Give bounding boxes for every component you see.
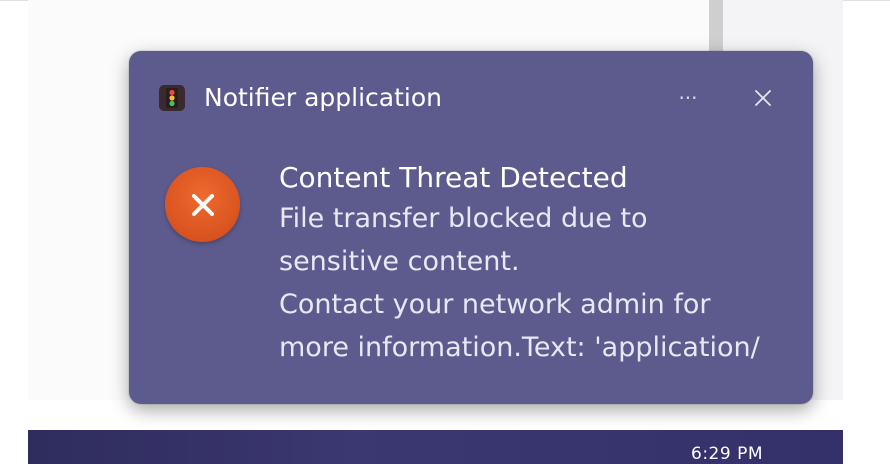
- taskbar-clock[interactable]: 6:29 PM: [691, 444, 763, 464]
- more-options-button[interactable]: ···: [669, 81, 707, 115]
- traffic-light-icon: [159, 85, 185, 111]
- toast-message-line: sensitive content.: [279, 246, 520, 277]
- toast-notification[interactable]: Notifier application ··· Content Threat …: [129, 51, 813, 404]
- app-title: Notifier application: [204, 83, 443, 112]
- taskbar: 6:29 PM: [28, 430, 843, 464]
- close-button[interactable]: [744, 81, 782, 115]
- toast-message-line: File transfer blocked due to: [279, 203, 648, 234]
- error-x-icon: [165, 167, 240, 242]
- toast-body: Content Threat Detected File transfer bl…: [279, 159, 799, 369]
- toast-heading: Content Threat Detected: [279, 161, 628, 194]
- toast-message-line: more information.Text: 'application/: [279, 332, 760, 363]
- close-icon: [755, 90, 771, 106]
- toast-message-line: Contact your network admin for: [279, 289, 711, 320]
